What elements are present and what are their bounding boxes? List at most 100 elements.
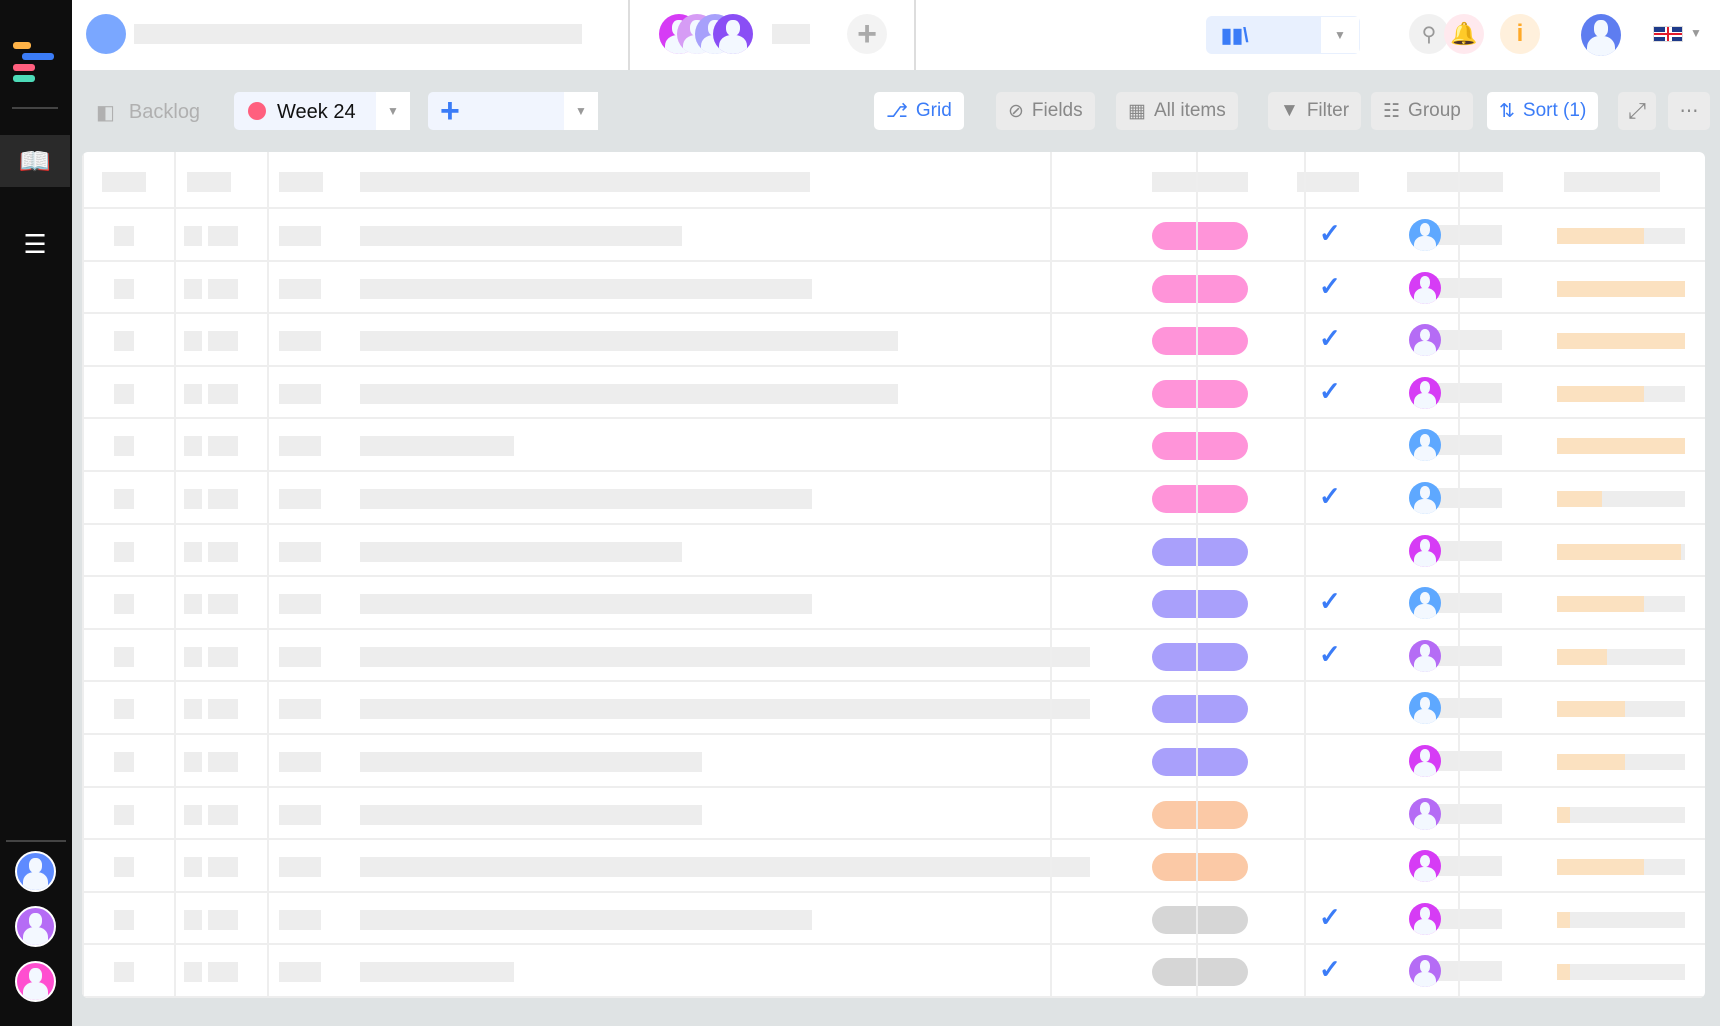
library-dropdown[interactable]: ▮▮\ ▼ [1206, 16, 1360, 54]
user-avatar[interactable] [1581, 14, 1621, 56]
assignee-avatar[interactable] [1409, 797, 1441, 830]
assignee-avatar[interactable] [1409, 429, 1441, 462]
checkmark-icon[interactable]: ✓ [1319, 271, 1341, 302]
column-header[interactable] [360, 172, 810, 192]
table-row[interactable]: ✓ [82, 472, 1705, 525]
table-row[interactable] [82, 419, 1705, 472]
search-icon[interactable]: ⚲ [1409, 14, 1449, 54]
item-title[interactable] [360, 909, 812, 930]
avatar[interactable] [15, 906, 56, 947]
table-row[interactable] [82, 682, 1705, 735]
table-row[interactable]: ✓ [82, 314, 1705, 367]
status-tag[interactable] [1152, 853, 1248, 882]
status-tag[interactable] [1152, 327, 1248, 356]
table-row[interactable] [82, 840, 1705, 893]
item-title[interactable] [360, 646, 1090, 667]
grid-button[interactable]: ⎇ Grid [874, 92, 964, 130]
status-tag[interactable] [1152, 537, 1248, 566]
column-header[interactable] [279, 172, 323, 192]
item-title[interactable] [360, 752, 702, 772]
assignee-avatar[interactable] [1409, 376, 1441, 409]
table-row[interactable]: ✓ [82, 367, 1705, 420]
assignee-avatar[interactable] [1409, 639, 1441, 672]
table-row[interactable]: ✓ [82, 209, 1705, 262]
status-tag[interactable] [1152, 590, 1248, 619]
item-title[interactable] [360, 594, 812, 615]
item-title[interactable] [360, 331, 898, 352]
avatar[interactable] [15, 961, 56, 1002]
assignee-avatar[interactable] [1409, 955, 1441, 988]
fields-button[interactable]: ⊘ Fields [996, 92, 1095, 130]
item-title[interactable] [360, 489, 812, 509]
plus-icon[interactable]: + [847, 14, 887, 54]
checkmark-icon[interactable]: ✓ [1319, 323, 1341, 354]
table-row[interactable] [82, 525, 1705, 578]
group-button[interactable]: ☷ Group [1371, 92, 1473, 130]
status-tag[interactable] [1152, 222, 1248, 250]
column-header[interactable] [1297, 172, 1359, 192]
add-dropdown[interactable]: + ▼ [428, 92, 598, 130]
item-title[interactable] [360, 383, 898, 404]
status-tag[interactable] [1152, 958, 1248, 987]
item-title[interactable] [360, 541, 682, 562]
table-row[interactable]: ✓ [82, 945, 1705, 998]
status-tag[interactable] [1152, 748, 1248, 776]
assignee-avatar[interactable] [1409, 482, 1441, 514]
logo-icon[interactable] [13, 42, 54, 86]
flag-uk-icon[interactable] [1653, 26, 1683, 42]
table-row[interactable]: ✓ [82, 577, 1705, 630]
avatar[interactable] [15, 851, 56, 892]
assignee-avatar[interactable] [1409, 902, 1441, 935]
status-tag[interactable] [1152, 642, 1248, 671]
assignee-avatar[interactable] [1409, 324, 1441, 357]
backlog-link[interactable]: ◧ Backlog [96, 100, 200, 125]
table-row[interactable]: ✓ [82, 262, 1705, 315]
status-tag[interactable] [1152, 485, 1248, 513]
column-header[interactable] [187, 172, 231, 192]
assignee-avatar[interactable] [1409, 745, 1441, 777]
checkmark-icon[interactable]: ✓ [1319, 586, 1341, 617]
table-row[interactable]: ✓ [82, 893, 1705, 946]
item-title[interactable] [360, 436, 514, 457]
status-tag[interactable] [1152, 800, 1248, 829]
item-title[interactable] [360, 699, 1090, 720]
status-tag[interactable] [1152, 379, 1248, 408]
item-title[interactable] [360, 857, 1090, 878]
chevron-down-icon[interactable]: ▼ [1690, 26, 1702, 40]
project-avatar[interactable] [86, 14, 126, 54]
bell-icon[interactable]: 🔔 [1444, 14, 1484, 54]
assignee-avatar[interactable] [1409, 271, 1441, 304]
column-header[interactable] [1152, 172, 1248, 192]
column-header[interactable] [1407, 172, 1503, 192]
checkmark-icon[interactable]: ✓ [1319, 954, 1341, 985]
column-header[interactable] [1564, 172, 1660, 192]
status-tag[interactable] [1152, 274, 1248, 303]
filter-button[interactable]: ▼ Filter [1268, 92, 1362, 130]
all-items-button[interactable]: ▦ All items [1116, 92, 1238, 130]
table-row[interactable] [82, 735, 1705, 788]
assignee-avatar[interactable] [1409, 850, 1441, 883]
item-title[interactable] [360, 226, 682, 246]
status-tag[interactable] [1152, 905, 1248, 934]
checkmark-icon[interactable]: ✓ [1319, 218, 1341, 249]
book-icon[interactable]: 📖 [0, 135, 70, 187]
list-icon[interactable]: ☰ [0, 218, 70, 270]
item-title[interactable] [360, 962, 514, 983]
column-header[interactable] [102, 172, 146, 192]
item-title[interactable] [360, 278, 812, 299]
checkmark-icon[interactable]: ✓ [1319, 639, 1341, 670]
assignee-avatar[interactable] [1409, 534, 1441, 567]
expand-icon[interactable]: ⤢ [1618, 92, 1656, 130]
assignee-avatar[interactable] [1409, 219, 1441, 251]
assignee-avatar[interactable] [1409, 692, 1441, 725]
status-tag[interactable] [1152, 432, 1248, 461]
checkmark-icon[interactable]: ✓ [1319, 376, 1341, 407]
info-icon[interactable]: i [1500, 14, 1540, 54]
more-icon[interactable]: ⋯ [1668, 92, 1710, 130]
status-tag[interactable] [1152, 695, 1248, 724]
checkmark-icon[interactable]: ✓ [1319, 481, 1341, 512]
checkmark-icon[interactable]: ✓ [1319, 902, 1341, 933]
table-row[interactable]: ✓ [82, 630, 1705, 683]
table-row[interactable] [82, 788, 1705, 841]
sprint-dropdown[interactable]: Week 24 ▼ [234, 92, 410, 130]
